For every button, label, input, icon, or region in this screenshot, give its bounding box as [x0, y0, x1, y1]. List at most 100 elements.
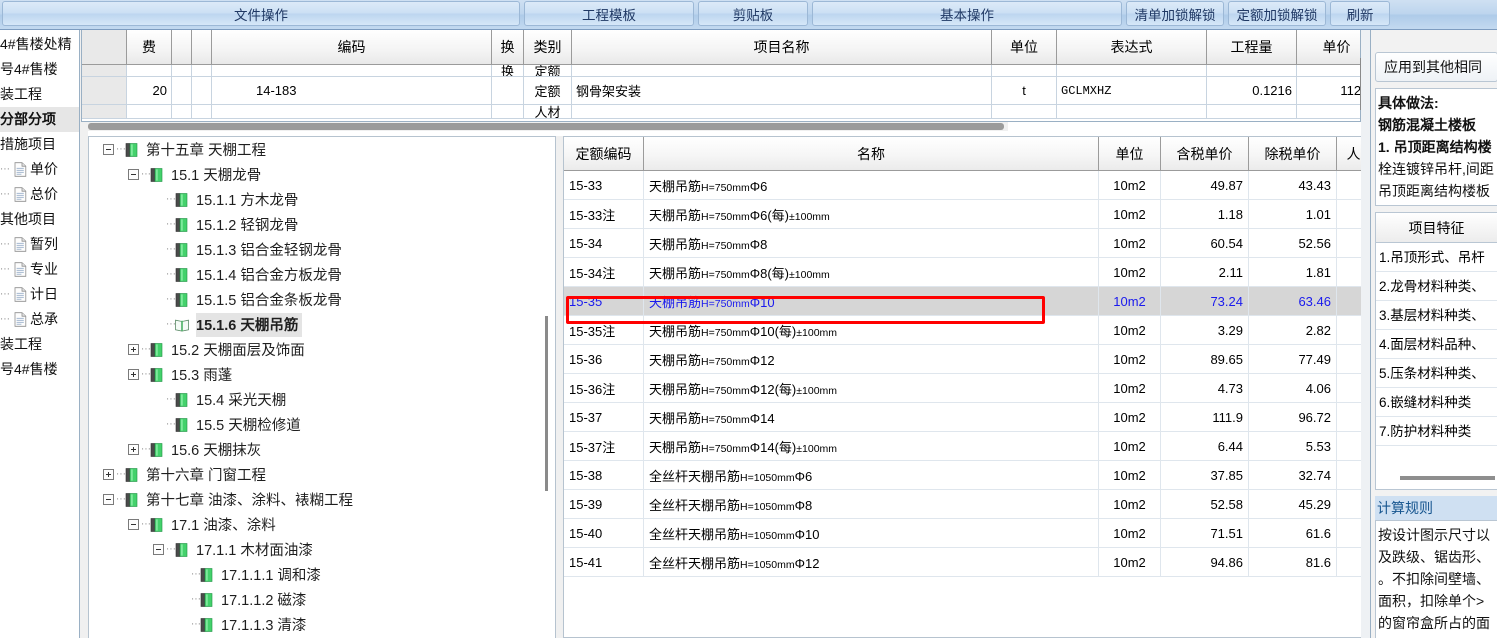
tree-node-6[interactable]: ⋯ 15.1.4 铝合金方板龙骨: [89, 262, 555, 287]
quota-cell-unit[interactable]: 10m2: [1099, 403, 1161, 431]
scrollbar-thumb[interactable]: [545, 316, 548, 491]
quota-cell-price_excl_tax[interactable]: 2.82: [1249, 316, 1337, 344]
tree-node-17[interactable]: ⋯ 17.1.1 木材面油漆: [89, 537, 555, 562]
quota-cell-name[interactable]: 天棚吊筋H=750mmΦ8: [644, 229, 1099, 257]
quota-cell-price_incl_tax[interactable]: 3.29: [1161, 316, 1249, 344]
quota-cell-unit[interactable]: 10m2: [1099, 287, 1161, 315]
quota-tree-vertical-scrollbar[interactable]: [543, 316, 551, 491]
boq-cell-expression[interactable]: [1057, 105, 1207, 118]
quota-cell-price_incl_tax[interactable]: 37.85: [1161, 461, 1249, 489]
boq-cell-item_name[interactable]: [572, 105, 992, 118]
quota-cell-unit[interactable]: 10m2: [1099, 316, 1161, 344]
quota-cell-code[interactable]: 15-34: [564, 229, 644, 257]
quota-cell-unit[interactable]: 10m2: [1099, 519, 1161, 547]
quota-table-row[interactable]: 15-36天棚吊筋H=750mmΦ1210m289.6577.490: [564, 345, 1364, 374]
sidebar-item-6[interactable]: ⋯ 单价: [0, 157, 79, 182]
boq-cell-exchange[interactable]: 换: [492, 65, 524, 76]
quota-column-header-price_excl_tax[interactable]: 除税单价: [1249, 137, 1337, 170]
boq-cell-sel1[interactable]: [172, 65, 192, 76]
quota-cell-unit[interactable]: 10m2: [1099, 200, 1161, 228]
quota-cell-code[interactable]: 15-35注: [564, 316, 644, 344]
tree-node-2[interactable]: ⋯ 15.1 天棚龙骨: [89, 162, 555, 187]
boq-column-header-category[interactable]: 类别: [524, 30, 572, 64]
quota-cell-price_excl_tax[interactable]: 4.06: [1249, 374, 1337, 402]
boq-cell-sel2[interactable]: [192, 105, 212, 118]
quota-cell-price_incl_tax[interactable]: 60.54: [1161, 229, 1249, 257]
quota-table-row[interactable]: 15-40全丝杆天棚吊筋H=1050mmΦ1010m271.5161.60: [564, 519, 1364, 548]
quota-cell-price_excl_tax[interactable]: 63.46: [1249, 287, 1337, 315]
quota-table-row[interactable]: 15-34注 天棚吊筋H=750mmΦ8(每)±100mm 10m2 2.11 1.81…: [564, 258, 1364, 287]
quota-cell-name[interactable]: 天棚吊筋H=750mmΦ12: [644, 345, 1099, 373]
quota-cell-name[interactable]: 天棚吊筋H=750mmΦ8(每)±100mm: [644, 258, 1099, 286]
quota-cell-unit[interactable]: 10m2: [1099, 548, 1161, 576]
feature-row[interactable]: 3.基层材料种类、: [1376, 301, 1497, 330]
quota-cell-price_incl_tax[interactable]: 2.11: [1161, 258, 1249, 286]
boq-cell-fee[interactable]: 20: [127, 77, 172, 104]
boq-cell-unit_price[interactable]: 1127.: [1297, 77, 1360, 104]
quota-cell-code[interactable]: 15-36: [564, 345, 644, 373]
quota-cell-name[interactable]: 天棚吊筋H=750mmΦ10: [644, 287, 1099, 315]
boq-column-header-gutter[interactable]: [82, 30, 127, 64]
boq-cell-code[interactable]: [212, 105, 492, 118]
quota-cell-price_excl_tax[interactable]: 5.53: [1249, 432, 1337, 460]
sidebar-item-10[interactable]: ⋯ 专业: [0, 257, 79, 282]
boq-cell-expression[interactable]: GCLMXHZ: [1057, 77, 1207, 104]
quota-table-row[interactable]: 15-33注 天棚吊筋H=750mmΦ6(每)±100mm 10m2 1.18 1.01…: [564, 200, 1364, 229]
sidebar-item-7[interactable]: ⋯ 总价: [0, 182, 79, 207]
tree-node-11[interactable]: ⋯ 15.4 采光天棚: [89, 387, 555, 412]
quota-cell-code[interactable]: 15-41: [564, 548, 644, 576]
quota-cell-code[interactable]: 15-36注: [564, 374, 644, 402]
boq-cell-unit[interactable]: [992, 65, 1057, 76]
sidebar-item-2[interactable]: 号4#售楼: [0, 57, 79, 82]
ribbon-group-7[interactable]: 刷新: [1330, 1, 1390, 26]
ribbon-group-3[interactable]: 剪贴板: [698, 1, 808, 26]
quota-cell-unit[interactable]: 10m2: [1099, 432, 1161, 460]
quota-cell-name[interactable]: 全丝杆天棚吊筋H=1050mmΦ12: [644, 548, 1099, 576]
quota-table-row[interactable]: 15-39全丝杆天棚吊筋H=1050mmΦ810m252.5845.290: [564, 490, 1364, 519]
detail-side-panel[interactable]: 应用到其他相同 具体做法: 钢筋混凝土楼板 1. 吊顶距离结构楼 栓连镀锌吊杆,间距吊…: [1370, 30, 1497, 638]
quota-cell-unit[interactable]: 10m2: [1099, 490, 1161, 518]
quota-cell-unit[interactable]: 10m2: [1099, 258, 1161, 286]
boq-cell-fee[interactable]: [127, 65, 172, 76]
tree-node-1[interactable]: ⋯ 第十五章 天棚工程: [89, 137, 555, 162]
quota-cell-price_excl_tax[interactable]: 96.72: [1249, 403, 1337, 431]
sidebar-item-12[interactable]: ⋯ 总承: [0, 307, 79, 332]
boq-cell-exchange[interactable]: [492, 77, 524, 104]
ribbon-group-4[interactable]: 基本操作: [812, 1, 1122, 26]
boq-grid-body[interactable]: 换定额2014-183定额钢骨架安装tGCLMXHZ0.12161127.人材: [82, 65, 1360, 119]
boq-cell-code[interactable]: 14-183: [212, 77, 492, 104]
quota-cell-price_excl_tax[interactable]: 52.56: [1249, 229, 1337, 257]
quota-cell-unit[interactable]: 10m2: [1099, 345, 1161, 373]
quota-cell-name[interactable]: 全丝杆天棚吊筋H=1050mmΦ8: [644, 490, 1099, 518]
tree-node-14[interactable]: ⋯ 第十六章 门窗工程: [89, 462, 555, 487]
boq-cell-fee[interactable]: [127, 105, 172, 118]
boq-cell-category[interactable]: 人材: [524, 105, 572, 118]
quota-table-row[interactable]: 15-35天棚吊筋H=750mmΦ1010m273.2463.460: [564, 287, 1364, 316]
quota-cell-price_incl_tax[interactable]: 89.65: [1161, 345, 1249, 373]
boq-column-header-unit_price[interactable]: 单价: [1297, 30, 1360, 64]
boq-column-header-sel1[interactable]: [172, 30, 192, 64]
boq-cell-unit_price[interactable]: [1297, 105, 1360, 118]
quota-cell-price_excl_tax[interactable]: 77.49: [1249, 345, 1337, 373]
quota-column-header-unit[interactable]: 单位: [1099, 137, 1161, 170]
quota-cell-price_incl_tax[interactable]: 111.9: [1161, 403, 1249, 431]
quota-cell-code[interactable]: 15-33: [564, 171, 644, 199]
quota-cell-code[interactable]: 15-38: [564, 461, 644, 489]
scrollbar-thumb[interactable]: [88, 123, 1004, 130]
scrollbar-thumb[interactable]: [1400, 476, 1495, 480]
quota-cell-price_excl_tax[interactable]: 1.01: [1249, 200, 1337, 228]
boq-column-header-quantity[interactable]: 工程量: [1207, 30, 1297, 64]
sidebar-item-1[interactable]: 4#售楼处精: [0, 32, 79, 57]
quota-cell-price_incl_tax[interactable]: 52.58: [1161, 490, 1249, 518]
quota-table-row[interactable]: 15-36注 天棚吊筋H=750mmΦ12(每)±100mm 10m2 4.73 4.0…: [564, 374, 1364, 403]
quota-cell-name[interactable]: 全丝杆天棚吊筋H=1050mmΦ6: [644, 461, 1099, 489]
boq-cell-category[interactable]: 定额: [524, 65, 572, 76]
boq-column-header-sel2[interactable]: [192, 30, 212, 64]
quota-item-grid[interactable]: 定额编码名称单位含税单价除税单价人工费除 15-33天棚吊筋H=750mmΦ61…: [563, 136, 1365, 638]
quota-cell-name[interactable]: 天棚吊筋H=750mmΦ10(每)±100mm: [644, 316, 1099, 344]
boq-column-header-exchange[interactable]: 换: [492, 30, 524, 64]
ribbon-group-5[interactable]: 清单加锁解锁: [1126, 1, 1224, 26]
tree-collapse-icon[interactable]: [128, 519, 139, 530]
tree-node-19[interactable]: ⋯ 17.1.1.2 磁漆: [89, 587, 555, 612]
tree-node-4[interactable]: ⋯ 15.1.2 轻钢龙骨: [89, 212, 555, 237]
